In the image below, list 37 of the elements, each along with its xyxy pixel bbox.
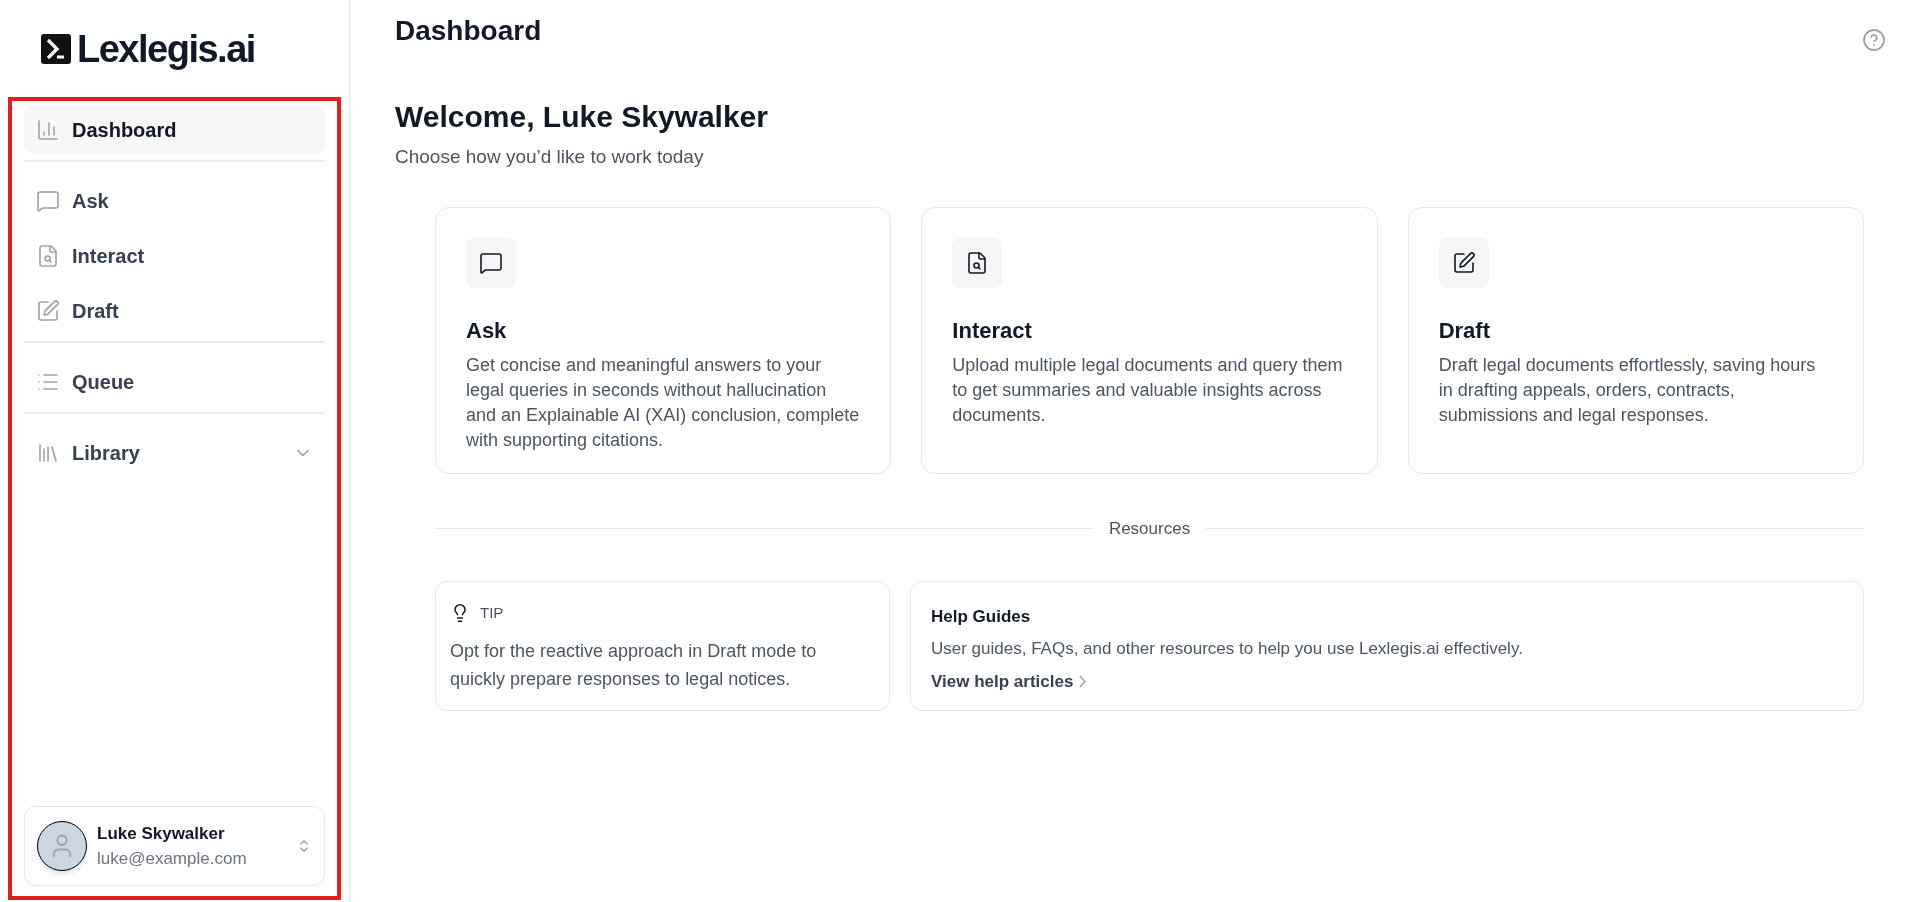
nav-item[interactable]: Library [24, 428, 325, 477]
mode-card[interactable]: Draft Draft legal documents effortlessly, saving hours in drafting appeals, orders, contracts, submissions and legal responses. [1407, 206, 1864, 474]
nav-item[interactable]: Dashboard [24, 105, 325, 154]
section-label: Resources [1108, 517, 1191, 540]
logo-icon [41, 33, 71, 64]
welcome-heading: Welcome, Luke Skywalker [395, 99, 769, 135]
card-description: Draft legal documents effortlessly, saving hours in drafting appeals, orders, contracts, submissions and legal responses. [1438, 353, 1817, 427]
document-search-icon [36, 243, 60, 268]
help-link[interactable]: View help articles [931, 669, 1087, 695]
card-title: Draft [1438, 316, 1491, 345]
welcome-subtitle: Choose how you’d like to work today [395, 145, 705, 169]
user-menu[interactable]: Luke Skywalker luke@example.com [24, 806, 325, 886]
logo-text: Lexlegis.ai [77, 29, 255, 68]
card-description: Get concise and meaningful answers to your legal queries in seconds without hallucination and an Explainable AI (XAI) conclusion, complete with supporting citations. [466, 353, 861, 452]
tip-label: TIP [480, 603, 504, 623]
nav-item[interactable]: Interact [24, 231, 325, 280]
user-name: Luke Skywalker [97, 822, 226, 845]
help-icon[interactable] [1862, 28, 1886, 52]
help-text: User guides, FAQs, and other resources to help you use Lexlegis.ai effectively. [931, 637, 1524, 660]
chat-icon [36, 188, 60, 213]
edit-icon [36, 298, 60, 323]
card-title: Interact [952, 316, 1033, 345]
chat-icon [479, 250, 503, 275]
tip-text: Opt for the reactive approach in Draft mode to quickly prepare responses to legal notices. [450, 639, 818, 691]
user-email: luke@example.com [97, 848, 248, 870]
nav-item[interactable]: Ask [24, 176, 325, 225]
page-title: Dashboard [395, 14, 542, 48]
help-title: Help Guides [931, 606, 1032, 628]
edit-icon [1451, 250, 1476, 275]
nav-item[interactable]: Queue [24, 357, 325, 406]
chart-icon [36, 117, 60, 142]
chevron-right-icon [1079, 675, 1087, 689]
card-description: Upload multiple legal documents and query them to get summaries and valuable insights across documents. [952, 353, 1344, 427]
mode-card[interactable]: Interact Upload multiple legal documents and query them to get summaries and valuable insights across documents. [921, 206, 1378, 474]
card-title: Ask [466, 316, 508, 345]
mode-card[interactable]: Ask Get concise and meaningful answers to your legal queries in seconds without hallucination and an Explainable AI (XAI) conclusion, complete with supporting citations. [435, 206, 892, 474]
nav-item[interactable]: Draft [24, 286, 325, 335]
